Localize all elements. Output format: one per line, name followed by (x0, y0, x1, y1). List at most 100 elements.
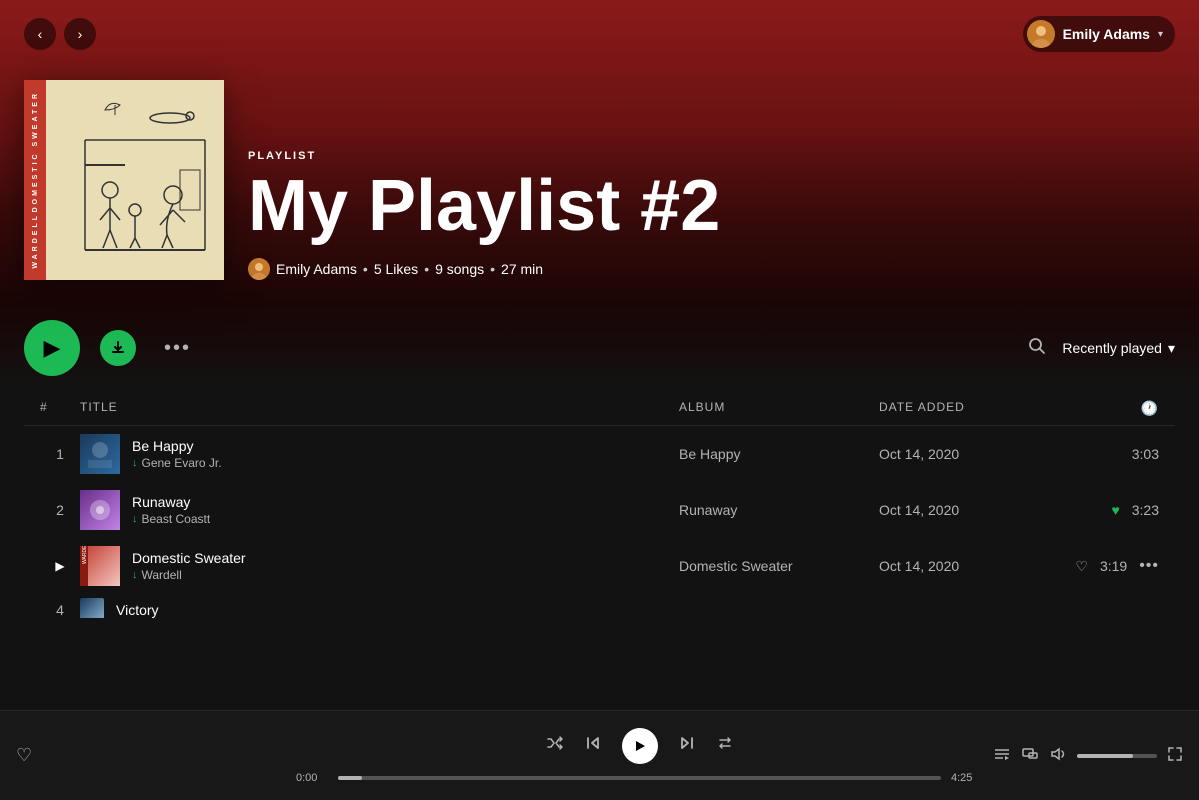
forward-button[interactable]: › (64, 18, 96, 50)
top-nav: ‹ › Emily Adams ▾ (0, 0, 1199, 60)
track-thumbnail (80, 434, 120, 474)
search-icon (1028, 337, 1046, 355)
back-button[interactable]: ‹ (24, 18, 56, 50)
track-info: Runaway ↓ Beast Coastt (80, 490, 679, 530)
duration-value: 3:23 (1132, 502, 1159, 518)
cover-sketch (55, 90, 215, 270)
playlist-type-label: PLAYLIST (248, 150, 1175, 162)
previous-button[interactable] (584, 734, 602, 757)
user-name: Emily Adams (1063, 26, 1150, 42)
header-date: DATE ADDED (879, 400, 1079, 417)
player-controls (546, 728, 734, 764)
player-heart-button[interactable]: ♡ (16, 745, 32, 766)
playlist-meta: Emily Adams • 5 Likes • 9 songs • 27 min (248, 258, 1175, 280)
songs-count: 9 songs (435, 261, 484, 277)
download-icon (110, 340, 126, 356)
track-more-button[interactable]: ••• (1139, 557, 1159, 575)
playlist-title: My Playlist #2 (248, 170, 1175, 242)
user-profile[interactable]: Emily Adams ▾ (1023, 16, 1175, 52)
header-album: ALBUM (679, 400, 879, 417)
player-bar: ♡ (0, 710, 1199, 800)
track-duration-cell: ♥ 3:23 (1079, 502, 1159, 518)
track-name-artist: Victory (116, 602, 159, 618)
track-name: Domestic Sweater (132, 550, 246, 566)
cover-art: DOMESTIC SWEATER WARDELL (24, 80, 224, 280)
progress-fill (338, 776, 362, 780)
table-row[interactable]: 2 Runaway ↓ Beast Coastt Runaway Oct 14,… (24, 482, 1175, 538)
duration-value: 3:19 (1100, 558, 1127, 574)
downloaded-icon: ↓ (132, 457, 138, 469)
track-info: Be Happy ↓ Gene Evaro Jr. (80, 434, 679, 474)
chevron-down-icon: ▾ (1158, 29, 1163, 40)
track-artist-row: ↓ Gene Evaro Jr. (132, 456, 222, 470)
track-date: Oct 14, 2020 (879, 446, 1079, 462)
volume-icon (1049, 745, 1067, 763)
likes-count: 5 Likes (374, 261, 418, 277)
track-name: Be Happy (132, 438, 222, 454)
header-num: # (40, 400, 80, 417)
player-play-button[interactable] (622, 728, 658, 764)
table-row[interactable]: 1 Be Happy ↓ Gene Evaro Jr. Be Happy Oct… (24, 426, 1175, 482)
next-button[interactable] (678, 734, 696, 757)
track-play-icon: ▶ (40, 559, 80, 573)
meta-dot-2: • (424, 261, 429, 277)
repeat-button[interactable] (716, 734, 734, 757)
track-artist: Wardell (142, 568, 182, 582)
duration: 27 min (501, 261, 543, 277)
controls-right: Recently played ▾ (1028, 337, 1175, 360)
recently-played-button[interactable]: Recently played ▾ (1062, 340, 1175, 357)
search-button[interactable] (1028, 337, 1046, 360)
more-options-button[interactable]: ••• (156, 333, 199, 364)
volume-track[interactable] (1077, 754, 1157, 758)
header-area: ‹ › Emily Adams ▾ DOMESTIC SWEATER WA (0, 0, 1199, 304)
track-number: 2 (40, 502, 80, 518)
devices-button[interactable] (1021, 745, 1039, 766)
player-center: 0:00 4:25 (296, 728, 983, 784)
track-name: Victory (116, 602, 159, 618)
recently-played-chevron: ▾ (1168, 340, 1175, 357)
total-time: 4:25 (951, 772, 983, 784)
progress-track[interactable] (338, 776, 941, 780)
play-button[interactable]: ▶ (24, 320, 80, 376)
volume-button[interactable] (1049, 745, 1067, 766)
playlist-details: PLAYLIST My Playlist #2 Emily Adams • 5 … (248, 150, 1175, 280)
track-thumbnail (80, 490, 120, 530)
queue-button[interactable] (993, 745, 1011, 766)
track-album: Be Happy (679, 446, 879, 462)
playlist-info: DOMESTIC SWEATER WARDELL (0, 60, 1199, 304)
svg-text:WARDELL: WARDELL (82, 546, 88, 564)
track-number: 4 (40, 602, 80, 618)
downloaded-icon: ↓ (132, 513, 138, 525)
cover-text-2: WARDELL (32, 213, 39, 269)
download-button[interactable] (100, 330, 136, 366)
track-list-container: # TITLE ALBUM DATE ADDED 🕐 1 Be Happy ↓ … (0, 392, 1199, 618)
player-left: ♡ (16, 745, 296, 766)
nav-buttons: ‹ › (24, 18, 96, 50)
queue-icon (993, 745, 1011, 763)
shuffle-icon (546, 734, 564, 752)
repeat-icon (716, 734, 734, 752)
controls-bar: ▶ ••• Recently played ▾ (0, 304, 1199, 392)
track-name-artist: Be Happy ↓ Gene Evaro Jr. (132, 438, 222, 470)
next-icon (678, 734, 696, 752)
track-thumbnail: WARDELL (80, 546, 120, 586)
table-row[interactable]: 4 Victory (24, 594, 1175, 618)
track-artist-row: ↓ Wardell (132, 568, 246, 582)
downloaded-icon: ↓ (132, 569, 138, 581)
cover-side-text: DOMESTIC SWEATER WARDELL (24, 80, 46, 280)
track-thumbnail (80, 598, 104, 618)
track-artist: Beast Coastt (142, 512, 211, 526)
like-button[interactable]: ♡ (1075, 558, 1088, 575)
table-row[interactable]: ▶ WARDELL Domestic Sweater ↓ Wardell Dom… (24, 538, 1175, 594)
duration-value: 3:03 (1132, 446, 1159, 462)
header-duration-icon: 🕐 (1079, 400, 1159, 417)
track-duration-cell: 3:03 (1079, 446, 1159, 462)
track-artist: Gene Evaro Jr. (142, 456, 222, 470)
recently-played-label: Recently played (1062, 340, 1162, 356)
devices-icon (1021, 745, 1039, 763)
fullscreen-button[interactable] (1167, 746, 1183, 765)
previous-icon (584, 734, 602, 752)
track-duration-cell: ♡ 3:19 ••• (1079, 557, 1159, 575)
cover-text: DOMESTIC SWEATER (32, 91, 39, 212)
shuffle-button[interactable] (546, 734, 564, 757)
